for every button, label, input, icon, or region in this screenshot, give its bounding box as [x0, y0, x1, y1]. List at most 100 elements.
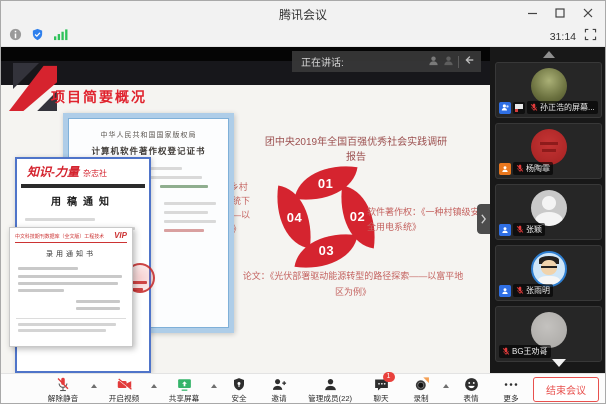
sidebar-collapse-handle[interactable] — [477, 204, 490, 234]
slide-title: 项目简要概况 — [51, 87, 147, 107]
record-options-caret[interactable] — [441, 374, 451, 404]
emoji-button[interactable]: 表情 — [451, 374, 491, 404]
share-options-caret[interactable] — [209, 374, 219, 404]
security-shield-icon[interactable] — [31, 28, 44, 46]
record-label: 录制 — [413, 393, 428, 403]
chat-label: 聊天 — [373, 393, 388, 403]
close-icon[interactable] — [581, 6, 595, 20]
start-video-button[interactable]: 开启视频 — [99, 374, 149, 404]
main-area: 项目简要概况 中华人民共和国国家版权局 计算机软件著作权登记证书 — [1, 47, 606, 373]
participant-name: 孙正浩的屏幕... — [540, 102, 595, 113]
cohost-badge-icon — [499, 163, 511, 175]
invite-person-icon — [270, 376, 288, 393]
avatar — [531, 129, 567, 165]
copyright-title: 计算机软件著作权登记证书 — [68, 145, 229, 157]
status-bar: 31:14 — [1, 25, 605, 47]
member-badge-icon — [499, 224, 511, 236]
muted-mic-icon — [54, 376, 72, 393]
participant-name: BG王劝哥 — [512, 346, 548, 357]
muted-mic-icon — [516, 225, 524, 234]
letter-title: 录用通知书 — [10, 249, 132, 259]
window-controls — [525, 1, 601, 25]
share-screen-button[interactable]: 共享屏幕 — [159, 374, 209, 404]
avatar — [531, 190, 567, 226]
network-signal-icon — [53, 28, 68, 46]
window-title: 腾讯会议 — [1, 6, 605, 23]
avatar — [531, 312, 567, 348]
unmute-label: 解除静音 — [48, 393, 78, 403]
meeting-info-icon[interactable] — [9, 28, 22, 46]
manage-members-button[interactable]: 管理成员(22) — [299, 374, 361, 404]
participant-name: 张颖 — [526, 224, 542, 235]
speaking-label: 正在讲话: — [301, 54, 428, 69]
speaker-avatar-icon — [443, 53, 454, 71]
member-badge-icon — [499, 285, 511, 297]
certificate-acceptance-letter: 中文科技期刊数据库（全文版）工程技术 VIP 录用通知书 — [9, 227, 133, 347]
meeting-timer: 31:14 — [550, 31, 576, 43]
emoji-label: 表情 — [463, 393, 478, 403]
speaker-avatar-icon — [428, 53, 439, 71]
video-options-caret[interactable] — [149, 374, 159, 404]
minimize-icon[interactable] — [525, 6, 539, 20]
unmute-button[interactable]: 解除静音 — [37, 374, 89, 404]
participants-sidebar: 孙正浩的屏幕... 杨陶霏 — [490, 47, 606, 373]
muted-mic-icon — [516, 286, 524, 295]
members-person-icon — [322, 376, 339, 393]
mic-options-caret[interactable] — [89, 374, 99, 404]
speaking-indicator-bar: 正在讲话: — [292, 51, 481, 72]
record-button[interactable]: 录制 — [401, 374, 441, 404]
participant-tile[interactable]: 张雨明 — [495, 245, 602, 301]
participant-tile[interactable]: BG王劝哥 — [495, 306, 602, 362]
maximize-icon[interactable] — [553, 6, 567, 20]
shared-screen-stage: 项目简要概况 中华人民共和国国家版权局 计算机软件著作权登记证书 — [1, 47, 490, 373]
muted-mic-icon — [516, 164, 524, 173]
fullscreen-icon[interactable] — [584, 28, 597, 46]
journal-contact-line — [21, 184, 145, 188]
scroll-down-icon[interactable] — [552, 359, 566, 367]
share-screen-icon — [175, 376, 194, 393]
avatar — [531, 251, 567, 287]
more-dots-icon — [502, 376, 520, 393]
journal-notice-title: 用稿通知 — [17, 193, 149, 208]
presentation-slide: 项目简要概况 中华人民共和国国家版权局 计算机软件著作权登记证书 — [1, 61, 490, 373]
chat-bubble-icon: 1 — [373, 376, 390, 393]
tencent-meeting-window: 腾讯会议 31:14 — [0, 0, 606, 404]
software-right-text: 软件著作权：《一种村镇级安全用电系统》 — [367, 205, 483, 235]
chat-button[interactable]: 1 聊天 — [361, 374, 401, 404]
participant-name: 杨陶霏 — [526, 163, 550, 174]
title-bar: 腾讯会议 — [1, 1, 605, 25]
invite-button[interactable]: 邀请 — [259, 374, 299, 404]
manage-members-label: 管理成员(22) — [308, 393, 352, 403]
host-badge-icon — [499, 102, 511, 114]
avatar — [531, 68, 567, 104]
participant-name: 张雨明 — [526, 285, 550, 296]
participant-tile[interactable]: 杨陶霏 — [495, 123, 602, 179]
meeting-toolbar: 解除静音 开启视频 共享屏幕 安全 邀请 — [1, 373, 606, 404]
smiley-icon — [463, 376, 480, 393]
more-button[interactable]: 更多 — [491, 374, 531, 404]
journal-brand: 知识-力量 — [27, 163, 79, 180]
muted-mic-icon — [530, 103, 538, 112]
letter-vip-logo: VIP — [114, 231, 127, 240]
collapse-speaking-arrow-icon[interactable] — [463, 53, 475, 71]
journal-org: 杂志社 — [83, 168, 107, 179]
record-lens-icon — [412, 376, 431, 393]
start-video-label: 开启视频 — [109, 393, 139, 403]
shield-icon — [231, 376, 247, 393]
more-label: 更多 — [503, 393, 518, 403]
slide-logo — [9, 63, 57, 111]
paper-bottom-text: 论文：《光伏部署驱动能源转型的路径探索——以富平地区为例》 — [241, 268, 465, 300]
camera-off-icon — [115, 376, 134, 393]
scroll-up-icon[interactable] — [543, 51, 555, 58]
security-button[interactable]: 安全 — [219, 374, 259, 404]
participant-tile[interactable]: 孙正浩的屏幕... — [495, 62, 602, 118]
copyright-authority: 中华人民共和国国家版权局 — [68, 130, 229, 140]
letter-header: 中文科技期刊数据库（全文版）工程技术 — [15, 232, 104, 239]
chat-unread-badge: 1 — [383, 372, 395, 382]
participant-tile[interactable]: 张颖 — [495, 184, 602, 240]
end-meeting-button[interactable]: 结束会议 — [533, 377, 599, 402]
screen-share-badge-icon — [513, 102, 525, 114]
muted-mic-icon — [502, 347, 510, 356]
invite-label: 邀请 — [271, 393, 286, 403]
share-screen-label: 共享屏幕 — [169, 393, 199, 403]
